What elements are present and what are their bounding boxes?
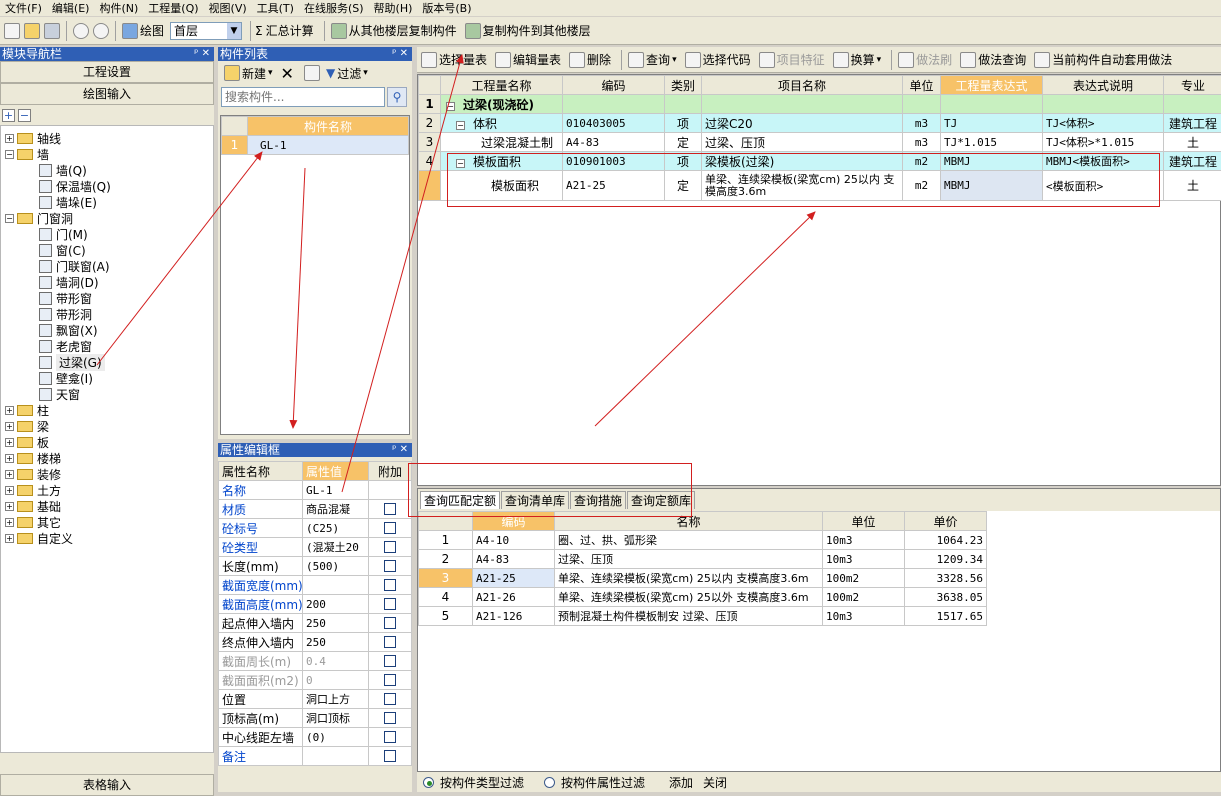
- annotation-arrow-to-select-table: [342, 55, 462, 492]
- annotation-arrow-to-quantity-rows: [595, 212, 815, 426]
- annotation-arrows: [0, 0, 1221, 792]
- annotation-arrow-to-properties: [293, 168, 305, 428]
- annotation-arrow-to-component: [97, 152, 262, 365]
